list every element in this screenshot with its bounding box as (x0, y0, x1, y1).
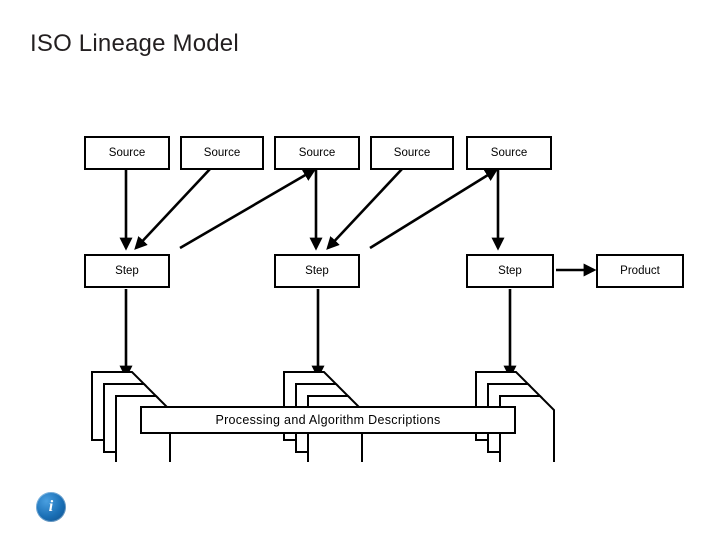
node-label: Source (298, 147, 336, 159)
slide: ISO Lineage Model Source Source Source S… (0, 0, 720, 540)
node-product[interactable]: Product (596, 254, 684, 288)
node-label: Step (305, 265, 329, 277)
processing-descriptions-band[interactable]: Processing and Algorithm Descriptions (140, 406, 516, 434)
node-label: Source (203, 147, 241, 159)
node-step-2[interactable]: Step (274, 254, 360, 288)
node-source-2[interactable]: Source (180, 136, 264, 170)
node-label: Source (108, 147, 146, 159)
node-source-5[interactable]: Source (466, 136, 552, 170)
node-step-1[interactable]: Step (84, 254, 170, 288)
connector-diagonal-left (179, 168, 317, 250)
node-source-1[interactable]: Source (84, 136, 170, 170)
node-label: Source (490, 147, 528, 159)
node-label: Product (620, 265, 660, 277)
info-icon[interactable]: i (36, 492, 66, 522)
node-source-4[interactable]: Source (370, 136, 454, 170)
node-label: Step (115, 265, 139, 277)
node-source-3[interactable]: Source (274, 136, 360, 170)
info-icon-label: i (48, 498, 54, 515)
node-label: Step (498, 265, 522, 277)
node-step-3[interactable]: Step (466, 254, 554, 288)
band-label: Processing and Algorithm Descriptions (215, 413, 441, 427)
node-label: Source (393, 147, 431, 159)
lineage-diagram: Source Source Source Source Source Step … (0, 0, 720, 540)
